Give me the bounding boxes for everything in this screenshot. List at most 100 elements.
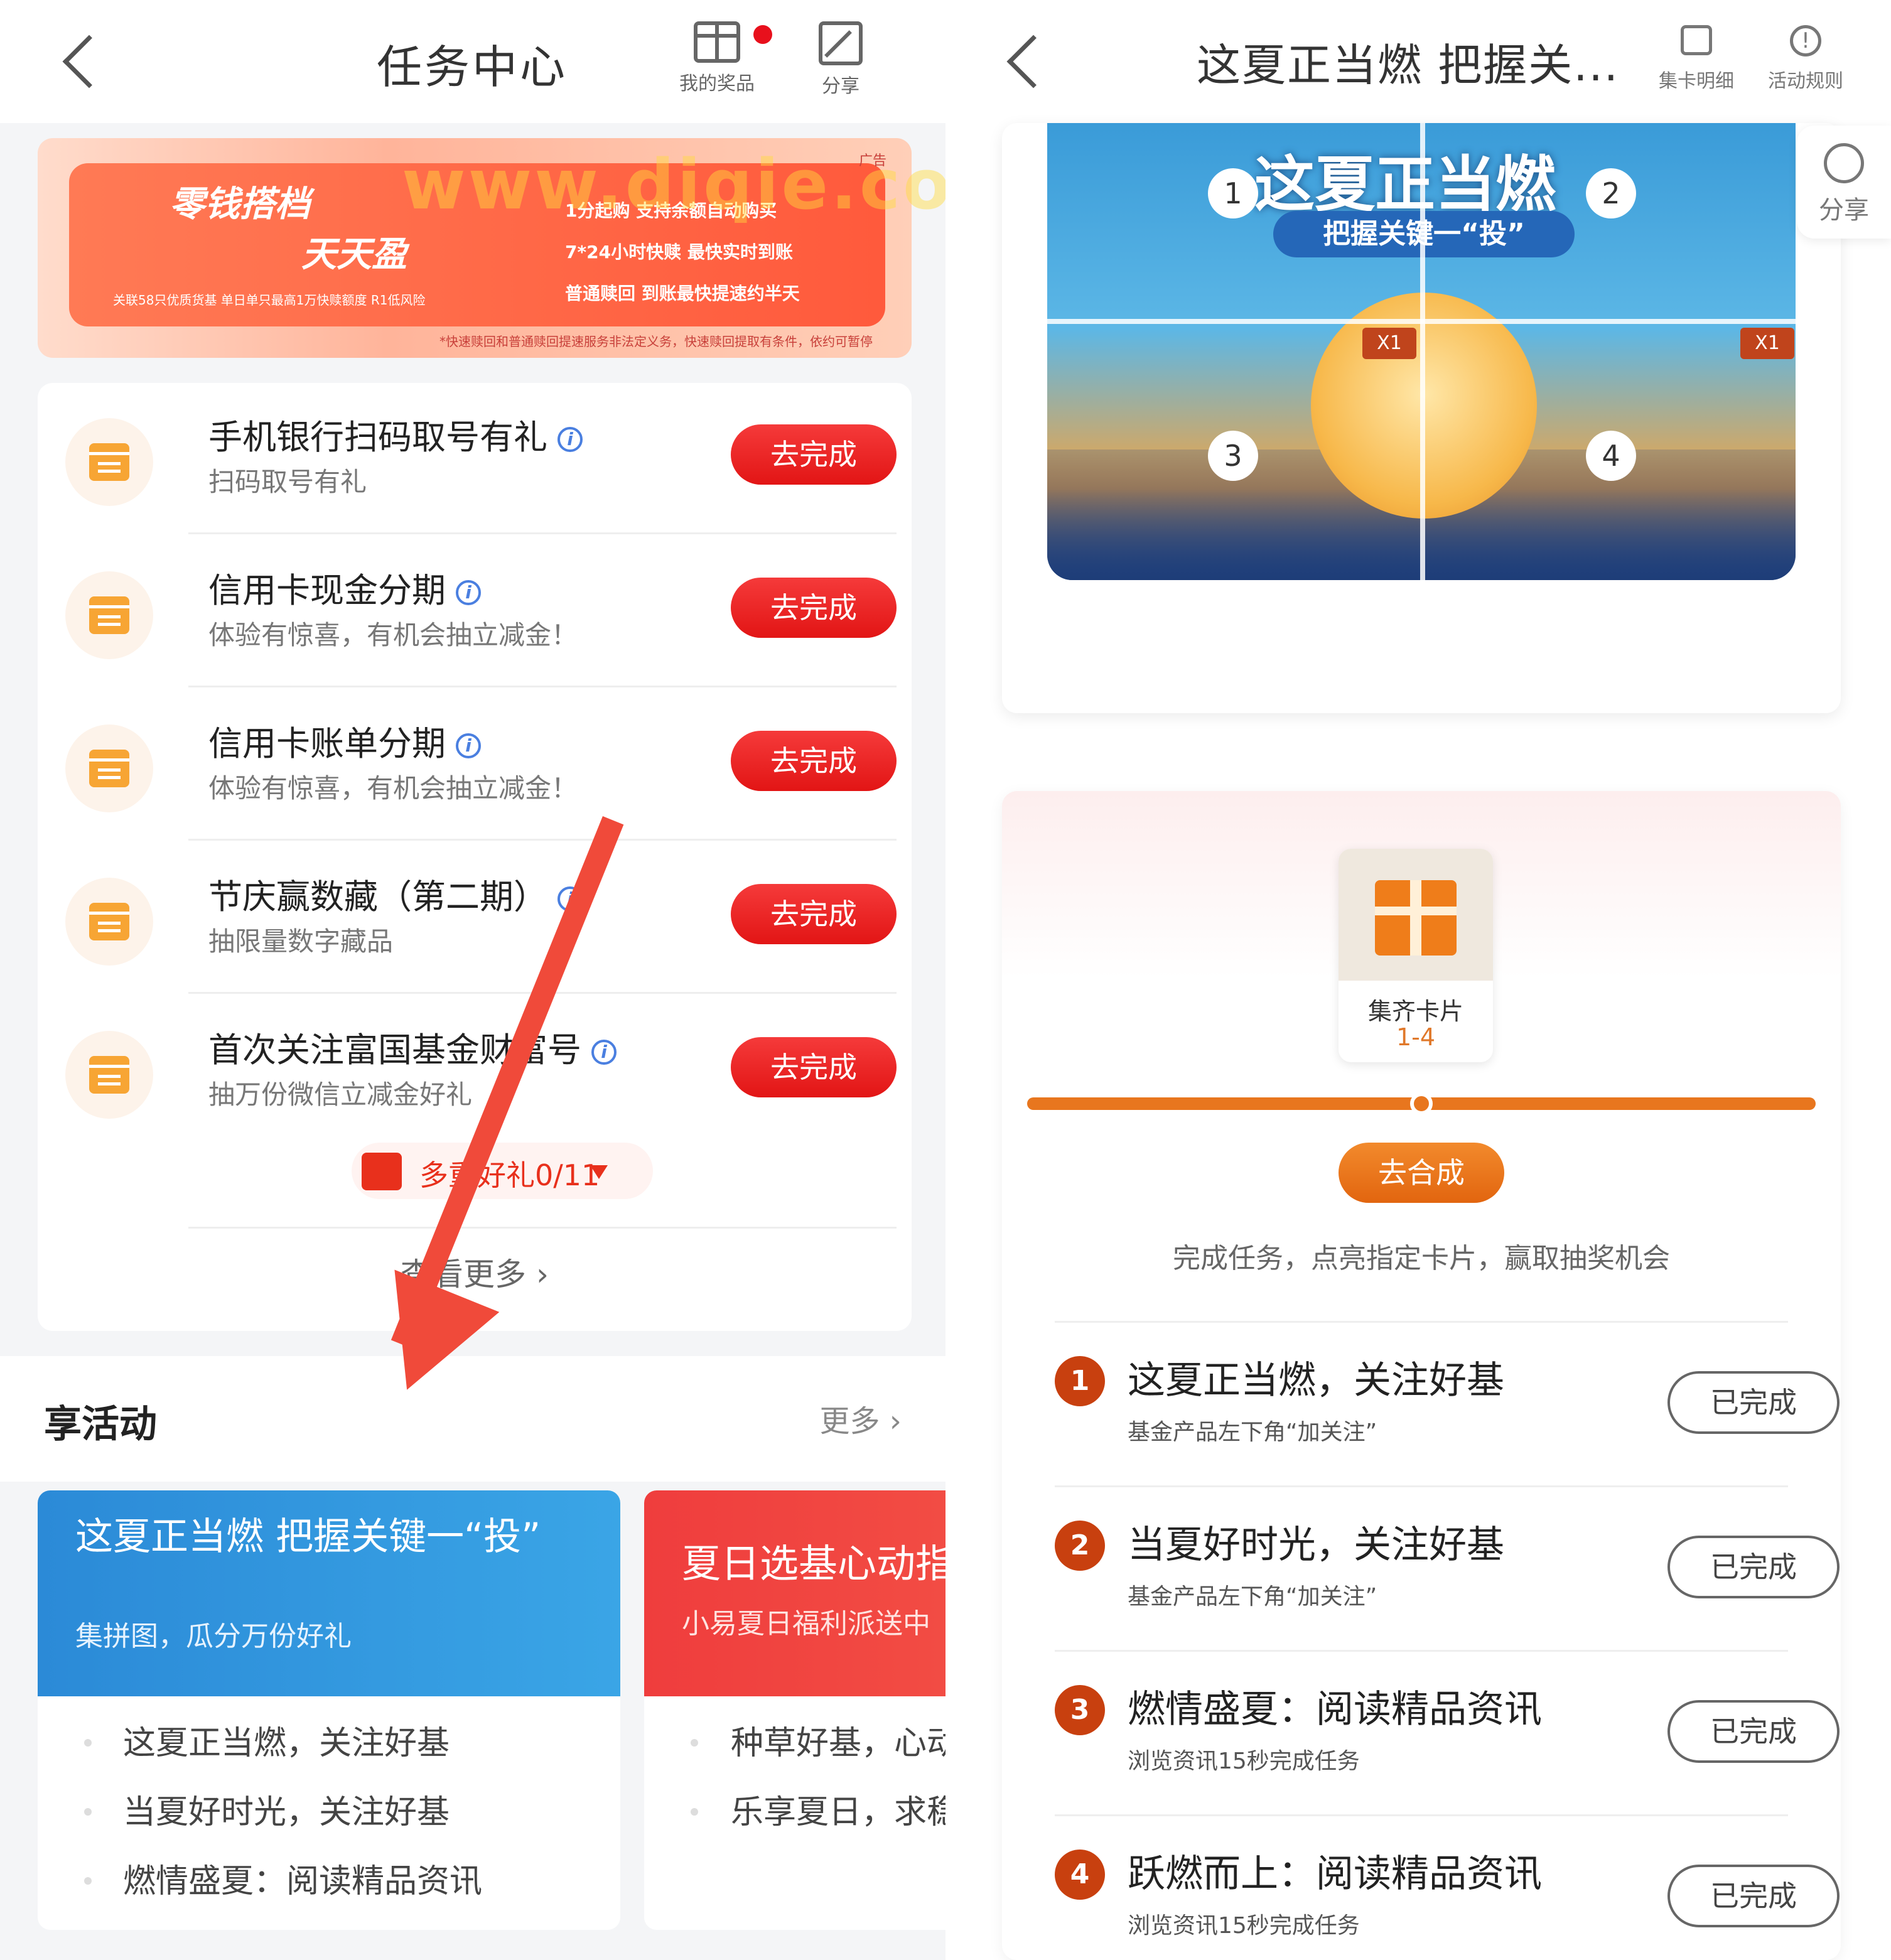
step-title: 这夏正当燃，关注好基: [1128, 1359, 1504, 1403]
task-center-screen: 任务中心 我的奖品 分享 零钱搭档 天天盈 广告 1分起购 支持余额自动购买 7…: [0, 0, 946, 1960]
task-subtitle: 体验有惊喜，有机会抽立减金！: [208, 620, 578, 650]
banner-feature: 普通赎回 到账最快提速约半天: [565, 283, 800, 304]
activity-banner-image: 这夏正当燃 把握关键一“投” 集拼图，瓜分万份好礼: [38, 1490, 620, 1696]
divider: [188, 839, 897, 841]
prize-card: 集齐卡片 1-4: [1339, 849, 1493, 1062]
completed-button[interactable]: 已完成: [1667, 1865, 1840, 1927]
task-item: 首次关注富国基金财富号 i 抽万份微信立减金好礼 去完成: [38, 996, 912, 1149]
activity-banner-title: 夏日选基心动指南: [682, 1541, 946, 1586]
info-icon[interactable]: i: [456, 580, 481, 606]
share-button[interactable]: 分享: [819, 21, 863, 98]
step-item: 3 燃情盛夏：阅读精品资讯 浏览资讯15秒完成任务 已完成: [1002, 1650, 1841, 1814]
go-complete-button[interactable]: 去完成: [731, 1037, 897, 1097]
info-icon[interactable]: i: [456, 733, 481, 759]
task-subtitle: 抽限量数字藏品: [208, 926, 394, 957]
piece-count-badge: X1: [1362, 328, 1416, 359]
card-detail-button[interactable]: 集卡明细: [1659, 25, 1734, 93]
notification-dot: [753, 25, 772, 44]
banner-small-print: 关联58只优质货基 单日单只最高1万快赎额度 R1低风险: [113, 293, 426, 308]
page-title: 这夏正当燃 把握关...: [1197, 40, 1620, 91]
view-more-link[interactable]: 查看更多 ›: [38, 1249, 912, 1295]
piece-number: 3: [1208, 431, 1258, 481]
calendar-icon: [65, 571, 153, 659]
go-complete-button[interactable]: 去完成: [731, 578, 897, 638]
step-item: 2 当夏好时光，关注好基 基金产品左下角“加关注” 已完成: [1002, 1485, 1841, 1650]
activity-detail-header: 这夏正当燃 把握关... 集卡明细 ! 活动规则: [946, 0, 1891, 123]
side-share-label: 分享: [1819, 196, 1869, 225]
completed-button[interactable]: 已完成: [1667, 1536, 1840, 1598]
completed-button[interactable]: 已完成: [1667, 1371, 1840, 1434]
step-subtitle: 基金产品左下角“加关注”: [1128, 1419, 1377, 1445]
card-detail-label: 集卡明细: [1659, 70, 1734, 92]
gift-box-icon: [362, 1153, 402, 1190]
task-subtitle: 体验有惊喜，有机会抽立减金！: [208, 773, 578, 804]
go-complete-button[interactable]: 去完成: [731, 424, 897, 485]
timeline-dot: [84, 1739, 92, 1747]
more-gifts-label: 多重好礼0/11: [419, 1158, 600, 1192]
divider: [1055, 1321, 1788, 1323]
task-item: 信用卡现金分期 i 体验有惊喜，有机会抽立减金！ 去完成: [38, 536, 912, 689]
activities-title: 享活动: [44, 1403, 157, 1446]
task-title: 信用卡现金分期: [208, 571, 446, 610]
rules-button[interactable]: ! 活动规则: [1768, 25, 1843, 93]
banner-feature: 7*24小时快赎 最快实时到账: [565, 242, 793, 262]
step-number: 3: [1055, 1685, 1105, 1735]
puzzle-title: 这夏正当燃: [1254, 149, 1556, 220]
puzzle-image[interactable]: 这夏正当燃 把握关键一“投” 1 2 3 4 X1 X1: [1047, 123, 1796, 580]
timeline-dot: [84, 1808, 92, 1816]
share-label: 分享: [822, 75, 859, 97]
calendar-icon: [65, 418, 153, 506]
collect-card-panel: 集齐卡片 1-4 去合成 完成任务，点亮指定卡片，赢取抽奖机会 1 这夏正当燃，…: [1002, 791, 1841, 1960]
step-item: 1 这夏正当燃，关注好基 基金产品左下角“加关注” 已完成: [1002, 1321, 1841, 1485]
activity-item: 乐享夏日，求稳之选: [731, 1794, 946, 1831]
prize-label: 集齐卡片: [1367, 998, 1463, 1025]
go-complete-button[interactable]: 去完成: [731, 731, 897, 791]
puzzle-grid-line: [1047, 319, 1796, 324]
activity-item: 种草好基，心动夏日: [731, 1725, 946, 1762]
activities-more-link[interactable]: 更多 ›: [820, 1396, 902, 1440]
more-gifts-toggle[interactable]: 多重好礼0/11: [352, 1143, 653, 1199]
chevron-down-icon: [590, 1165, 608, 1179]
info-icon[interactable]: i: [558, 427, 583, 453]
banner-slogan-2: 天天盈: [301, 234, 407, 275]
task-center-header: 任务中心 我的奖品 分享: [0, 0, 946, 123]
screenshot-root: 任务中心 我的奖品 分享 零钱搭档 天天盈 广告 1分起购 支持余额自动购买 7…: [0, 0, 1891, 1960]
watermark: www.diqie.com: [402, 144, 946, 225]
share-icon: [819, 21, 863, 65]
activity-item: 这夏正当燃，关注好基: [123, 1725, 450, 1762]
piece-count-badge: X1: [1740, 328, 1794, 359]
step-subtitle: 基金产品左下角“加关注”: [1128, 1584, 1377, 1610]
task-item: 信用卡账单分期 i 体验有惊喜，有机会抽立减金！ 去完成: [38, 689, 912, 843]
timeline-dot: [691, 1739, 698, 1747]
piece-number: 4: [1586, 431, 1636, 481]
divider: [188, 686, 897, 687]
gift-box-icon: [1375, 880, 1457, 956]
activity-item: 燃情盛夏：阅读精品资讯: [123, 1863, 483, 1900]
exclamation-icon: !: [1790, 25, 1821, 57]
piece-number: 1: [1208, 168, 1258, 218]
compose-button[interactable]: 去合成: [1339, 1143, 1504, 1203]
step-subtitle: 浏览资讯15秒完成任务: [1128, 1748, 1360, 1774]
back-icon[interactable]: [1006, 35, 1060, 89]
divider: [188, 532, 897, 534]
activity-card[interactable]: 这夏正当燃 把握关键一“投” 集拼图，瓜分万份好礼 这夏正当燃，关注好基 当夏好…: [38, 1490, 620, 1930]
gift-icon: [694, 21, 740, 63]
progress-knob: [1410, 1092, 1433, 1115]
banner-disclaimer: *快速赎回和普通赎回提速服务非法定义务，快速赎回提取有条件，依约可暂停: [439, 334, 873, 349]
side-share-button[interactable]: 分享: [1797, 126, 1891, 239]
go-complete-button[interactable]: 去完成: [731, 884, 897, 944]
my-prizes-button[interactable]: 我的奖品: [679, 21, 755, 95]
activity-detail-screen: 这夏正当燃 把握关... 集卡明细 ! 活动规则 这夏正当燃 把握关键一“投” …: [946, 0, 1891, 1960]
task-subtitle: 扫码取号有礼: [208, 466, 367, 497]
back-icon[interactable]: [62, 35, 116, 89]
activity-banner-subtitle: 小易夏日福利派送中: [682, 1608, 930, 1640]
activity-card[interactable]: 夏日选基心动指南 小易夏日福利派送中 种草好基，心动夏日 乐享夏日，求稳之选: [644, 1490, 946, 1930]
timeline-dot: [691, 1808, 698, 1816]
task-item: 节庆赢数藏（第二期）i 抽限量数字藏品 去完成: [38, 843, 912, 996]
banner-slogan-1: 零钱搭档: [170, 184, 310, 225]
step-number: 4: [1055, 1850, 1105, 1900]
completed-button[interactable]: 已完成: [1667, 1700, 1840, 1763]
info-icon[interactable]: i: [591, 1040, 617, 1065]
calendar-icon: [65, 724, 153, 812]
calendar-icon: [65, 1031, 153, 1119]
